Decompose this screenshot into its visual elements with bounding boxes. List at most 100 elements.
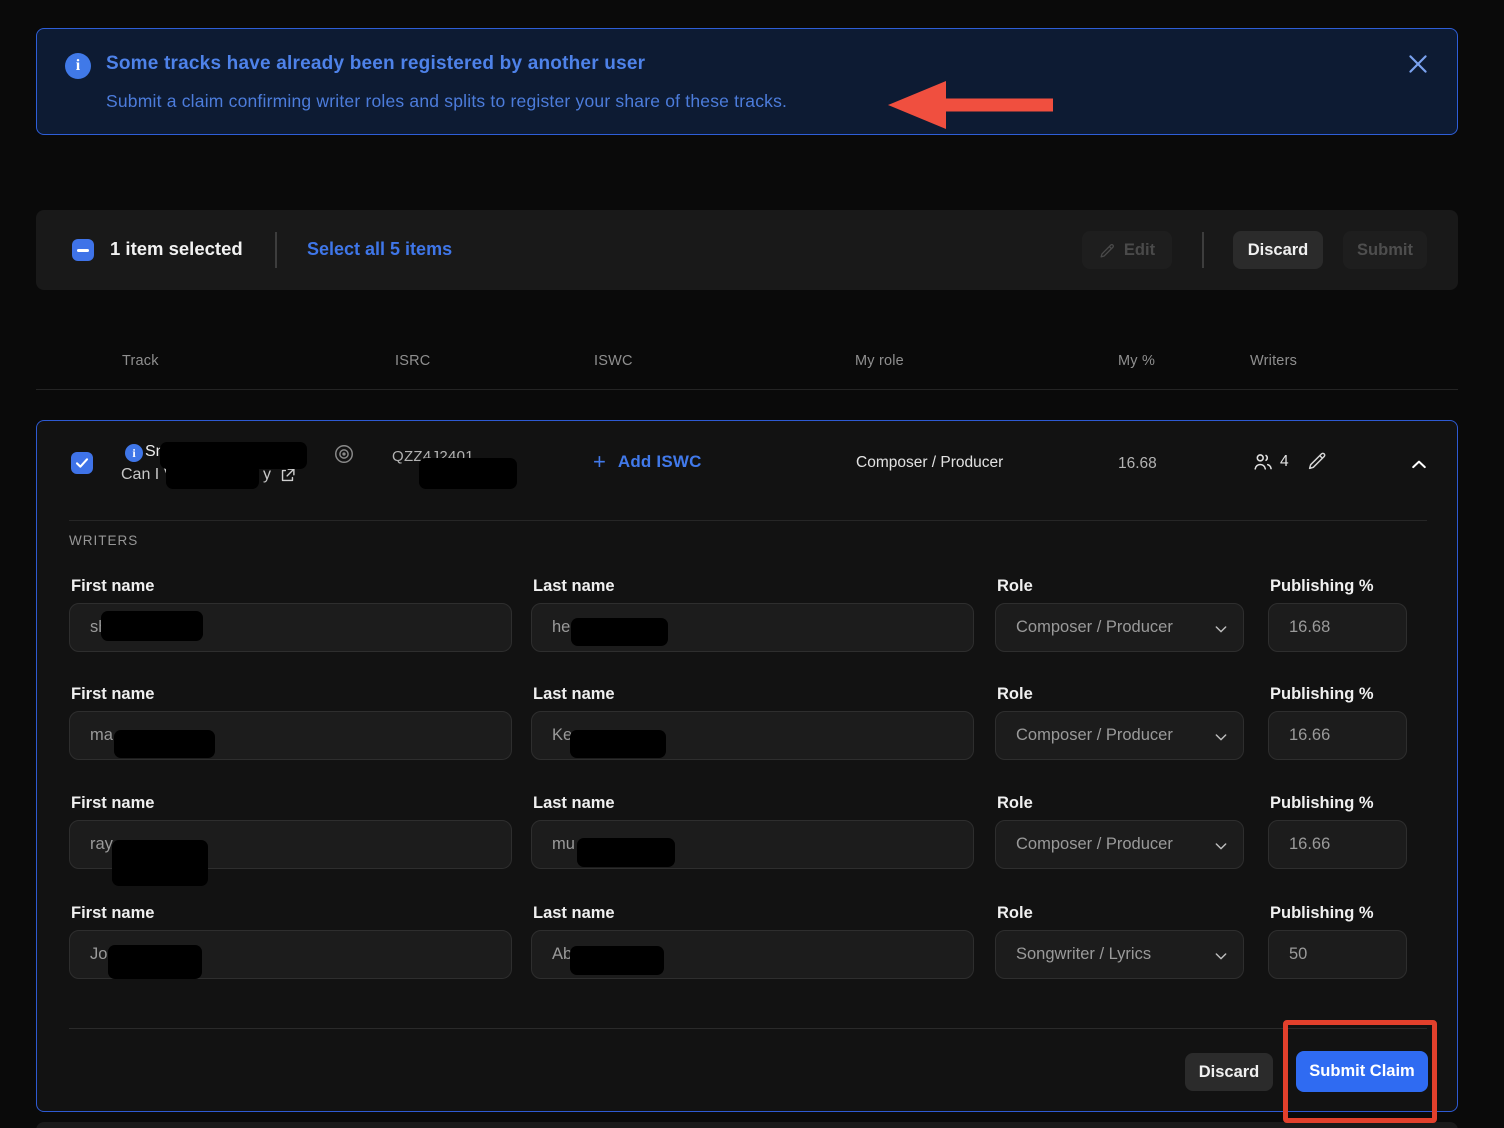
add-iswc-button[interactable]: + Add ISWC [593, 451, 702, 473]
chevron-down-icon [1213, 729, 1229, 745]
last-name-value: mu [552, 835, 575, 854]
role-select[interactable]: Songwriter / Lyrics [995, 930, 1244, 979]
last-name-label: Last name [531, 577, 974, 597]
chevron-down-icon [1213, 948, 1229, 964]
writer-row: First name ma Last name Ke Role Composer… [69, 685, 1427, 761]
role-value: Songwriter / Lyrics [1016, 945, 1151, 964]
row-checkbox[interactable] [71, 452, 93, 474]
column-header-track: Track [122, 353, 159, 369]
writers-count: 4 [1252, 451, 1289, 473]
column-header-my-pct: My % [1118, 353, 1155, 369]
check-icon [74, 455, 90, 471]
publishing-input[interactable]: 16.66 [1268, 711, 1407, 760]
pencil-icon [1099, 242, 1116, 259]
last-name-label: Last name [531, 904, 974, 924]
publishing-input[interactable]: 16.68 [1268, 603, 1407, 652]
people-icon [1252, 451, 1274, 473]
toolbar-divider [1202, 232, 1204, 268]
publishing-input[interactable]: 50 [1268, 930, 1407, 979]
role-label: Role [995, 794, 1244, 814]
first-name-label: First name [69, 794, 512, 814]
banner-subtitle: Submit a claim confirming writer roles a… [106, 91, 787, 112]
disc-icon [333, 443, 355, 465]
track-info-icon: i [125, 444, 143, 462]
first-name-label: First name [69, 904, 512, 924]
first-name-value: ma [90, 726, 113, 745]
redaction-box [112, 840, 208, 886]
red-rectangle-annotation [1283, 1020, 1437, 1123]
redaction-box [101, 611, 203, 641]
role-select[interactable]: Composer / Producer [995, 603, 1244, 652]
add-iswc-label: Add ISWC [618, 452, 702, 472]
role-value: Composer / Producer [1016, 835, 1173, 854]
redaction-box [108, 945, 202, 979]
column-header-isrc: ISRC [395, 353, 430, 369]
chevron-down-icon [1213, 838, 1229, 854]
banner-title: Some tracks have already been registered… [106, 53, 645, 75]
role-label: Role [995, 577, 1244, 597]
discard-claim-button[interactable]: Discard [1185, 1053, 1273, 1091]
role-value: Composer / Producer [1016, 618, 1173, 637]
next-track-row[interactable] [36, 1122, 1458, 1128]
role-label: Role [995, 685, 1244, 705]
my-percent-value: 16.68 [1118, 455, 1157, 473]
divider [69, 1028, 1427, 1029]
redaction-box [419, 458, 517, 489]
select-all-checkbox[interactable] [72, 239, 94, 261]
publishing-label: Publishing % [1268, 577, 1407, 597]
info-icon: i [65, 53, 91, 79]
header-divider [36, 389, 1458, 390]
redaction-box [114, 730, 215, 758]
redaction-box [166, 463, 259, 489]
my-role-value: Composer / Producer [856, 454, 1003, 472]
selection-toolbar: 1 item selected Select all 5 items Edit … [36, 210, 1458, 290]
toolbar-divider [275, 232, 277, 268]
column-header-iswc: ISWC [594, 353, 633, 369]
plus-icon: + [593, 451, 606, 473]
writer-row: First name ray Last name mu Role Compose… [69, 794, 1427, 870]
external-link-icon[interactable] [279, 467, 296, 484]
publishing-value: 16.66 [1289, 726, 1330, 745]
first-name-label: First name [69, 685, 512, 705]
redaction-box [570, 946, 664, 975]
first-name-label: First name [69, 577, 512, 597]
publishing-label: Publishing % [1268, 904, 1407, 924]
publishing-label: Publishing % [1268, 685, 1407, 705]
info-banner: i Some tracks have already been register… [36, 28, 1458, 135]
column-header-writers: Writers [1250, 353, 1297, 369]
select-all-link[interactable]: Select all 5 items [307, 239, 452, 260]
chevron-down-icon [1213, 621, 1229, 637]
discard-button-label: Discard [1248, 241, 1309, 260]
submit-button[interactable]: Submit [1343, 231, 1427, 269]
redaction-box [570, 730, 666, 758]
role-select[interactable]: Composer / Producer [995, 711, 1244, 760]
discard-button[interactable]: Discard [1233, 231, 1323, 269]
writers-section-label: WRITERS [69, 533, 138, 548]
collapse-chevron-up-icon[interactable] [1409, 455, 1429, 475]
writers-count-value: 4 [1280, 453, 1289, 471]
discard-claim-label: Discard [1199, 1063, 1260, 1082]
edit-button[interactable]: Edit [1082, 231, 1172, 269]
publishing-value: 16.68 [1289, 618, 1330, 637]
edit-button-label: Edit [1124, 241, 1155, 260]
edit-writers-pencil-icon[interactable] [1307, 450, 1328, 471]
publishing-input[interactable]: 16.66 [1268, 820, 1407, 869]
role-label: Role [995, 904, 1244, 924]
writer-row: First name sh Last name he Role Composer… [69, 577, 1427, 653]
role-select[interactable]: Composer / Producer [995, 820, 1244, 869]
page: i Some tracks have already been register… [0, 0, 1504, 1128]
last-name-label: Last name [531, 794, 974, 814]
indeterminate-icon [77, 249, 89, 252]
column-header-my-role: My role [855, 353, 904, 369]
last-name-label: Last name [531, 685, 974, 705]
close-icon[interactable] [1405, 51, 1431, 77]
first-name-value: ray [90, 835, 113, 854]
redaction-box [577, 838, 675, 867]
publishing-label: Publishing % [1268, 794, 1407, 814]
writer-row: First name Jo Last name Ab Role Songwrit… [69, 904, 1427, 980]
first-name-value: Jo [90, 945, 107, 964]
publishing-value: 50 [1289, 945, 1307, 964]
role-value: Composer / Producer [1016, 726, 1173, 745]
red-arrow-annotation [880, 78, 1060, 133]
redaction-box [571, 618, 668, 646]
